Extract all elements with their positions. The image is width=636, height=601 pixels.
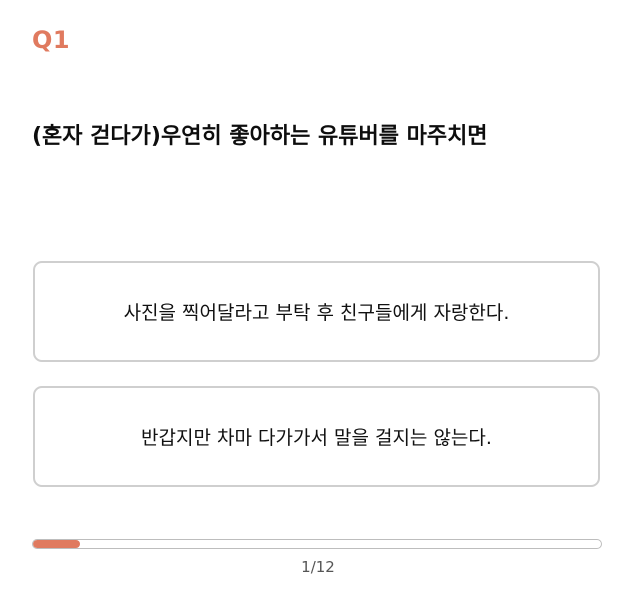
- answer-option-2-label: 반갑지만 차마 다가가서 말을 걸지는 않는다.: [141, 427, 492, 449]
- progress-bar-fill: [33, 540, 81, 548]
- progress-counter: 1/12: [301, 558, 335, 576]
- progress-bar: [32, 539, 602, 549]
- answer-option-2[interactable]: 반갑지만 차마 다가가서 말을 걸지는 않는다.: [33, 386, 600, 487]
- answer-option-1[interactable]: 사진을 찍어달라고 부탁 후 친구들에게 자랑한다.: [33, 261, 600, 362]
- question-text: (혼자 걷다가)우연히 좋아하는 유튜버를 마주치면: [32, 124, 488, 149]
- answer-option-1-label: 사진을 찍어달라고 부탁 후 친구들에게 자랑한다.: [123, 302, 510, 324]
- question-number: Q1: [32, 26, 71, 54]
